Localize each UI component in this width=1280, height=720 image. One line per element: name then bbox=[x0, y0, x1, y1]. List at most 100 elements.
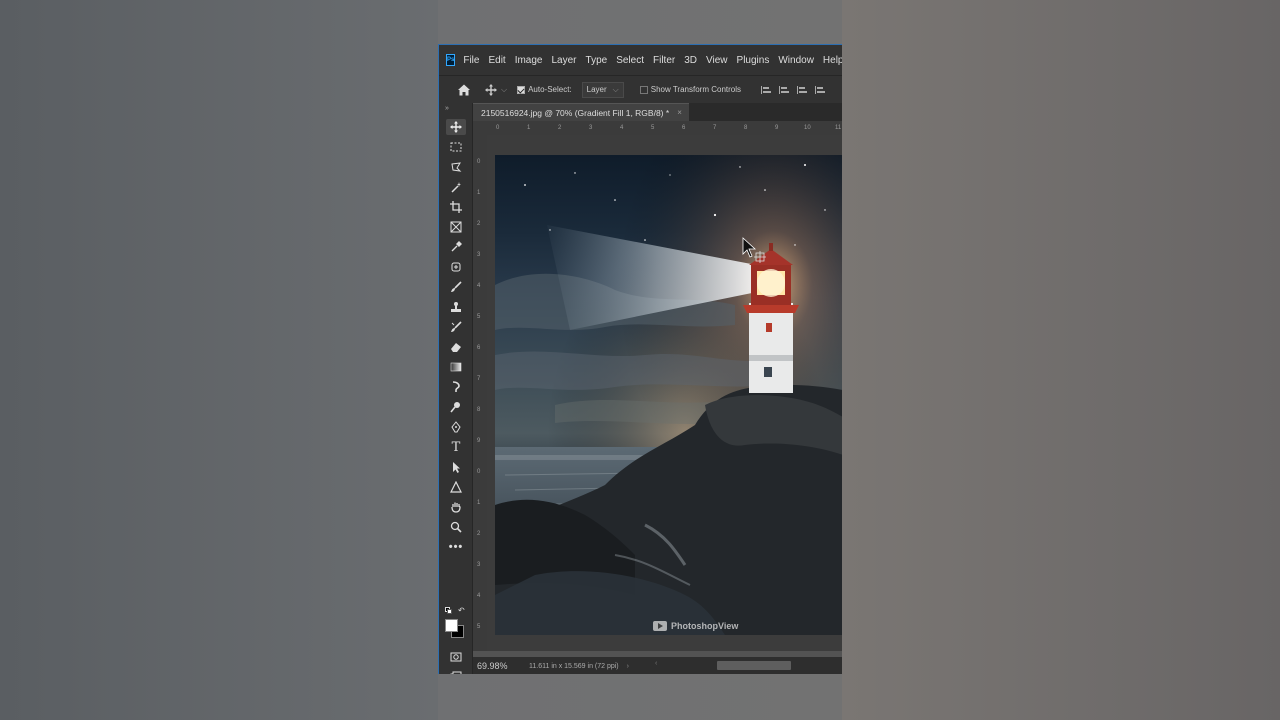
menu-file[interactable]: File bbox=[463, 55, 479, 66]
ruler-label: 5 bbox=[651, 125, 655, 131]
eyedropper-tool[interactable] bbox=[446, 239, 466, 255]
collapse-panel-icon[interactable]: » bbox=[445, 105, 449, 112]
swap-colors-icon[interactable]: ↶ bbox=[458, 606, 465, 615]
chevron-down-icon: ⌵ bbox=[501, 84, 508, 94]
brush-tool[interactable] bbox=[446, 279, 466, 295]
auto-select-value: Layer bbox=[586, 85, 607, 94]
align-center-icon[interactable] bbox=[779, 85, 790, 94]
healing-brush-tool[interactable] bbox=[446, 259, 466, 275]
home-icon[interactable] bbox=[457, 83, 471, 97]
distribute-icon[interactable] bbox=[815, 85, 826, 94]
color-swatches[interactable] bbox=[445, 619, 467, 641]
zoom-tool[interactable] bbox=[446, 519, 466, 535]
align-left-icon[interactable] bbox=[761, 85, 772, 94]
edit-toolbar-button[interactable]: ••• bbox=[446, 539, 466, 555]
dodge-tool[interactable] bbox=[446, 399, 466, 415]
shape-tool[interactable] bbox=[446, 479, 466, 495]
document-tab-title: 2150516924.jpg @ 70% (Gradient Fill 1, R… bbox=[481, 107, 670, 118]
scroll-left-icon[interactable]: ‹ bbox=[655, 660, 657, 667]
ruler-label: 9 bbox=[477, 438, 481, 444]
history-brush-tool[interactable] bbox=[446, 319, 466, 335]
ruler-label: 9 bbox=[775, 125, 779, 131]
menu-3d[interactable]: 3D bbox=[684, 55, 697, 66]
horizontal-ruler[interactable]: 0 1 2 3 4 5 6 7 8 9 10 11 bbox=[473, 121, 842, 135]
menu-type[interactable]: Type bbox=[586, 55, 608, 66]
mouse-cursor-icon bbox=[742, 237, 766, 263]
menu-filter[interactable]: Filter bbox=[653, 55, 675, 66]
type-tool[interactable]: T bbox=[446, 439, 466, 455]
watermark: PhotoshopView bbox=[653, 621, 738, 631]
ruler-label: 1 bbox=[477, 190, 481, 196]
lighthouse-scene-image bbox=[495, 155, 842, 635]
auto-select-label: Auto-Select: bbox=[528, 85, 572, 94]
auto-select-dropdown[interactable]: Layer ⌵ bbox=[581, 81, 624, 98]
ruler-label: 7 bbox=[713, 125, 717, 131]
dodge-icon bbox=[450, 402, 460, 413]
eraser-tool[interactable] bbox=[446, 339, 466, 355]
ruler-label: 4 bbox=[477, 283, 481, 289]
play-icon bbox=[653, 621, 667, 631]
background-right-blur bbox=[842, 0, 1280, 720]
menu-select[interactable]: Select bbox=[616, 55, 644, 66]
type-icon: T bbox=[451, 439, 461, 455]
crop-tool[interactable] bbox=[446, 199, 466, 215]
vertical-ruler[interactable]: 0 1 2 3 4 5 6 7 8 9 0 1 2 3 4 5 bbox=[473, 135, 487, 651]
stamp-icon bbox=[451, 302, 461, 312]
menu-layer[interactable]: Layer bbox=[552, 55, 577, 66]
blur-tool[interactable] bbox=[446, 379, 466, 395]
align-right-icon[interactable] bbox=[797, 85, 808, 94]
ruler-label: 1 bbox=[477, 500, 481, 506]
quick-mask-button[interactable] bbox=[446, 649, 466, 665]
chevron-right-icon[interactable]: › bbox=[627, 663, 629, 670]
menu-window[interactable]: Window bbox=[778, 55, 814, 66]
screen-mode-button[interactable] bbox=[446, 669, 466, 674]
path-selection-tool[interactable] bbox=[446, 459, 466, 475]
triangle-icon bbox=[450, 481, 462, 493]
auto-select-checkbox[interactable] bbox=[517, 85, 526, 94]
document-tab-bar: 2150516924.jpg @ 70% (Gradient Fill 1, R… bbox=[473, 103, 842, 121]
pen-tool[interactable] bbox=[446, 419, 466, 435]
options-bar: ⌵ Auto-Select: Layer ⌵ Show Transform Co… bbox=[439, 75, 842, 103]
ruler-label: 2 bbox=[477, 221, 481, 227]
marquee-tool[interactable] bbox=[446, 139, 466, 155]
clone-stamp-tool[interactable] bbox=[446, 299, 466, 315]
document-tab[interactable]: 2150516924.jpg @ 70% (Gradient Fill 1, R… bbox=[473, 103, 689, 121]
ruler-label: 3 bbox=[477, 252, 481, 258]
foreground-color-swatch[interactable] bbox=[445, 619, 458, 632]
ruler-label: 3 bbox=[589, 125, 593, 131]
menu-help[interactable]: Help bbox=[823, 55, 842, 66]
quick-mask-icon bbox=[450, 652, 462, 662]
menu-image[interactable]: Image bbox=[515, 55, 543, 66]
hand-tool[interactable] bbox=[446, 499, 466, 515]
zoom-level[interactable]: 69.98% bbox=[477, 661, 519, 671]
transform-controls-checkbox[interactable] bbox=[639, 85, 648, 94]
frame-tool[interactable] bbox=[446, 219, 466, 235]
hand-icon bbox=[451, 502, 461, 513]
lighthouse-artwork[interactable]: PhotoshopView bbox=[495, 155, 842, 635]
move-tool-preset[interactable]: ⌵ bbox=[485, 83, 508, 96]
chevron-down-icon: ⌵ bbox=[612, 84, 619, 94]
document-info: 11.611 in x 15.569 in (72 ppi) bbox=[529, 662, 619, 670]
menu-bar: Ps File Edit Image Layer Type Select Fil… bbox=[439, 45, 842, 75]
menu-plugins[interactable]: Plugins bbox=[737, 55, 770, 66]
document-canvas-area[interactable]: PhotoshopView bbox=[487, 135, 842, 651]
default-colors-icon[interactable] bbox=[445, 607, 452, 614]
history-brush-icon bbox=[451, 321, 462, 332]
move-tool[interactable] bbox=[446, 119, 466, 135]
close-icon[interactable]: × bbox=[677, 108, 682, 117]
ruler-label: 11 bbox=[835, 125, 842, 131]
menu-view[interactable]: View bbox=[706, 55, 728, 66]
ruler-label: 1 bbox=[527, 125, 531, 131]
magnifier-icon bbox=[450, 521, 462, 533]
move-icon bbox=[450, 121, 462, 133]
more-icon: ••• bbox=[448, 541, 464, 553]
ruler-label: 3 bbox=[477, 562, 481, 568]
eyedropper-icon bbox=[451, 241, 462, 252]
screen-mode-icon bbox=[450, 671, 462, 674]
horizontal-scrollbar[interactable] bbox=[717, 661, 791, 670]
magic-wand-tool[interactable] bbox=[446, 179, 466, 195]
lasso-tool[interactable] bbox=[446, 159, 466, 175]
gradient-tool[interactable] bbox=[446, 359, 466, 375]
menu-edit[interactable]: Edit bbox=[488, 55, 505, 66]
eraser-icon bbox=[451, 343, 461, 352]
